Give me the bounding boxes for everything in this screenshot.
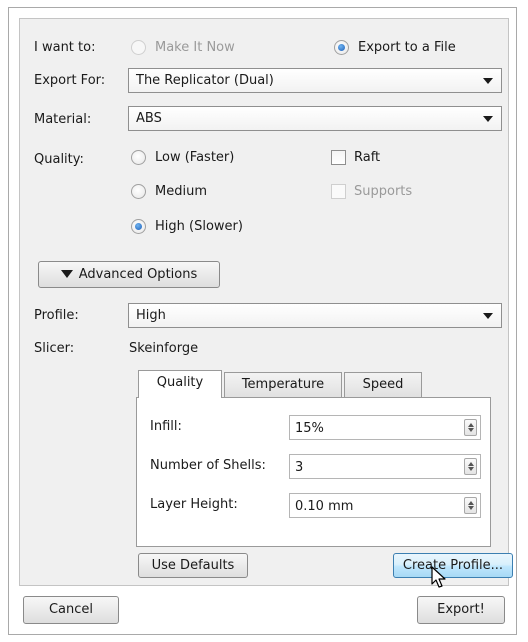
chevron-down-icon <box>483 116 493 122</box>
spin-arrows-icon[interactable] <box>464 458 477 475</box>
shells-label: Number of Shells: <box>150 458 266 473</box>
cancel-label: Cancel <box>48 602 94 617</box>
infill-value: 15% <box>295 421 324 436</box>
create-profile-button[interactable]: Create Profile... <box>393 553 513 578</box>
options-panel: I want to: Make It Now Export to a File … <box>19 18 513 588</box>
export-for-label: Export For: <box>34 73 106 88</box>
raft-label: Raft <box>354 150 381 165</box>
export-for-value: The Replicator (Dual) <box>136 73 274 88</box>
advanced-options-button[interactable]: Advanced Options <box>38 261 220 288</box>
triangle-down-icon <box>60 269 73 278</box>
tab-quality[interactable]: Quality <box>138 370 222 398</box>
chevron-down-icon <box>483 313 493 319</box>
tab-quality-label: Quality <box>156 375 204 390</box>
supports-label: Supports <box>354 184 413 199</box>
tab-speed-label: Speed <box>362 377 404 392</box>
material-value: ABS <box>136 111 162 126</box>
profile-value: High <box>136 308 166 323</box>
advanced-options-label: Advanced Options <box>78 267 198 282</box>
create-profile-label: Create Profile... <box>402 558 504 573</box>
mouse-pointer-icon <box>431 566 446 588</box>
make-it-now-label: Make It Now <box>155 40 235 55</box>
raft-checkbox[interactable] <box>331 150 346 165</box>
shells-value: 3 <box>295 460 304 475</box>
intent-label: I want to: <box>34 40 96 55</box>
cancel-button[interactable]: Cancel <box>23 596 119 624</box>
spin-arrows-icon[interactable] <box>464 419 477 436</box>
use-defaults-button[interactable]: Use Defaults <box>138 553 248 578</box>
low-quality-label: Low (Faster) <box>155 150 235 165</box>
spin-arrows-icon[interactable] <box>464 497 477 514</box>
tab-temperature-label: Temperature <box>241 377 325 392</box>
infill-spinbox[interactable]: 15% <box>289 415 481 440</box>
chevron-down-icon <box>483 78 493 84</box>
export-for-dropdown[interactable]: The Replicator (Dual) <box>128 68 502 93</box>
profile-label: Profile: <box>34 308 79 323</box>
export-to-file-radio[interactable] <box>334 40 349 55</box>
low-quality-radio[interactable] <box>131 150 146 165</box>
export-button[interactable]: Export! <box>417 596 505 624</box>
high-quality-radio[interactable] <box>131 219 146 234</box>
export-to-file-label: Export to a File <box>358 40 456 55</box>
profile-dropdown[interactable]: High <box>128 303 502 328</box>
high-quality-label: High (Slower) <box>155 219 243 234</box>
make-it-now-radio[interactable] <box>131 40 146 55</box>
layer-height-label: Layer Height: <box>150 497 238 512</box>
shells-spinbox[interactable]: 3 <box>289 454 481 479</box>
medium-quality-label: Medium <box>155 184 207 199</box>
export-dialog: I want to: Make It Now Export to a File … <box>8 7 517 635</box>
layer-height-spinbox[interactable]: 0.10 mm <box>289 493 481 518</box>
infill-label: Infill: <box>150 419 182 434</box>
medium-quality-radio[interactable] <box>131 184 146 199</box>
layer-height-value: 0.10 mm <box>295 499 354 514</box>
slicer-value: Skeinforge <box>129 341 199 356</box>
material-dropdown[interactable]: ABS <box>128 106 502 131</box>
material-label: Material: <box>34 112 92 127</box>
supports-checkbox[interactable] <box>331 184 346 199</box>
slicer-label: Slicer: <box>34 341 75 356</box>
quality-tab-panel: Infill: 15% Number of Shells: 3 Layer He… <box>136 397 491 547</box>
quality-label: Quality: <box>34 152 84 167</box>
use-defaults-label: Use Defaults <box>151 558 235 573</box>
tab-temperature[interactable]: Temperature <box>224 372 342 398</box>
tab-speed[interactable]: Speed <box>344 372 422 398</box>
export-label: Export! <box>437 602 485 617</box>
